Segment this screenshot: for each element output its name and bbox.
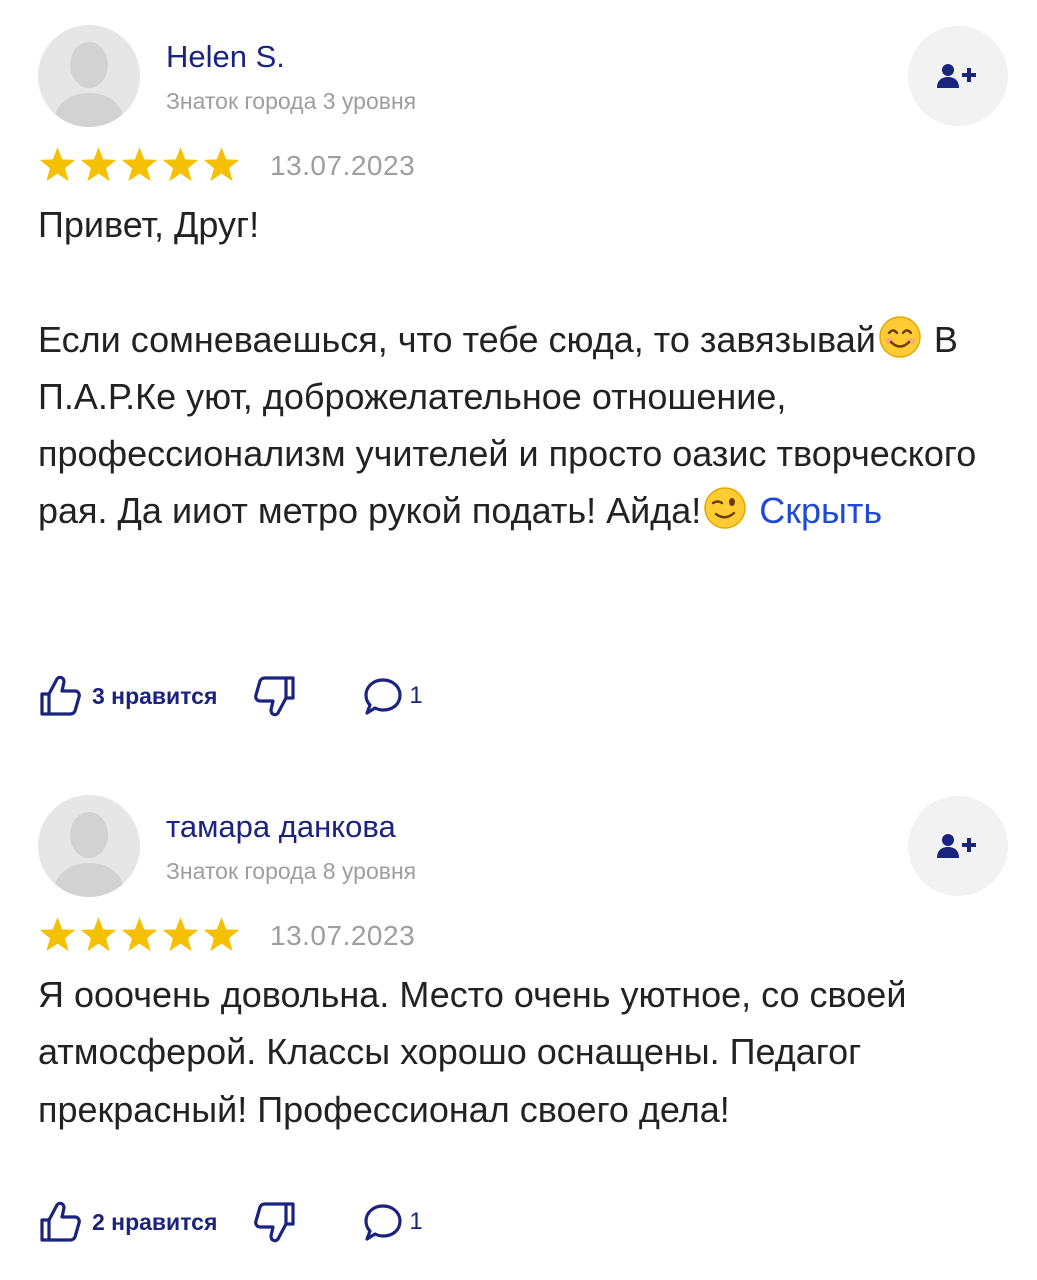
review-date: 13.07.2023 (270, 920, 416, 951)
add-user-icon (937, 834, 976, 858)
star-icon (39, 917, 76, 952)
thumbs-down-icon (254, 676, 295, 717)
avatar[interactable] (38, 795, 140, 897)
hide-review-link[interactable]: Скрыть (759, 490, 882, 531)
review-text-part: Привет, Друг! Если сомневаешься, что теб… (38, 204, 876, 360)
comment-bubble-icon (364, 1204, 402, 1241)
comments-count: 1 (409, 1208, 423, 1235)
review-card: Helen S. Знаток города 3 уровня 13.07.20… (0, 0, 1037, 770)
avatar[interactable] (38, 25, 140, 127)
star-icon (80, 917, 117, 952)
thumbs-down-icon (254, 1202, 295, 1243)
winking-face-emoji-icon (704, 487, 747, 530)
review-card: тамара данкова Знаток города 8 уровня 13… (0, 770, 1037, 1280)
star-icon (203, 147, 240, 182)
review-actions: 2 нравится 1 (38, 1200, 423, 1244)
subscribe-button[interactable] (908, 796, 1008, 896)
star-icon (162, 917, 199, 952)
review-text: Я ooочень довольна. Место очень уютное, … (38, 974, 917, 1130)
author-level: Знаток города 3 уровня (166, 88, 417, 114)
star-icon (203, 917, 240, 952)
review-actions: 3 нравится 1 (38, 674, 423, 718)
rating-stars (38, 916, 241, 953)
comments-count: 1 (409, 682, 423, 709)
author-level: Знаток города 8 уровня (166, 858, 417, 884)
like-button[interactable]: 3 нравится (38, 674, 217, 718)
star-icon (80, 147, 117, 182)
rating-stars (38, 146, 241, 183)
like-button[interactable]: 2 нравится (38, 1200, 217, 1244)
comment-button[interactable]: 1 (363, 1202, 423, 1242)
author-name[interactable]: тамара данкова (166, 808, 396, 846)
add-user-icon (937, 64, 976, 88)
comment-button[interactable]: 1 (363, 676, 423, 716)
star-icon (121, 147, 158, 182)
smiling-face-emoji-icon (879, 315, 921, 358)
author-name[interactable]: Helen S. (166, 38, 285, 76)
review-text: Привет, Друг! Если сомневаешься, что теб… (38, 196, 1013, 540)
star-icon (39, 147, 76, 182)
review-date: 13.07.2023 (270, 150, 416, 181)
likes-count: 3 нравится (92, 682, 218, 709)
user-silhouette-icon (38, 25, 140, 127)
thumbs-up-icon (40, 675, 81, 716)
user-silhouette-icon (38, 795, 140, 897)
likes-count: 2 нравится (92, 1208, 218, 1235)
thumbs-up-icon (40, 1201, 81, 1242)
dislike-button[interactable] (253, 674, 297, 718)
star-icon (162, 147, 199, 182)
comment-bubble-icon (364, 678, 402, 715)
dislike-button[interactable] (253, 1200, 297, 1244)
subscribe-button[interactable] (908, 26, 1008, 126)
star-icon (121, 917, 158, 952)
